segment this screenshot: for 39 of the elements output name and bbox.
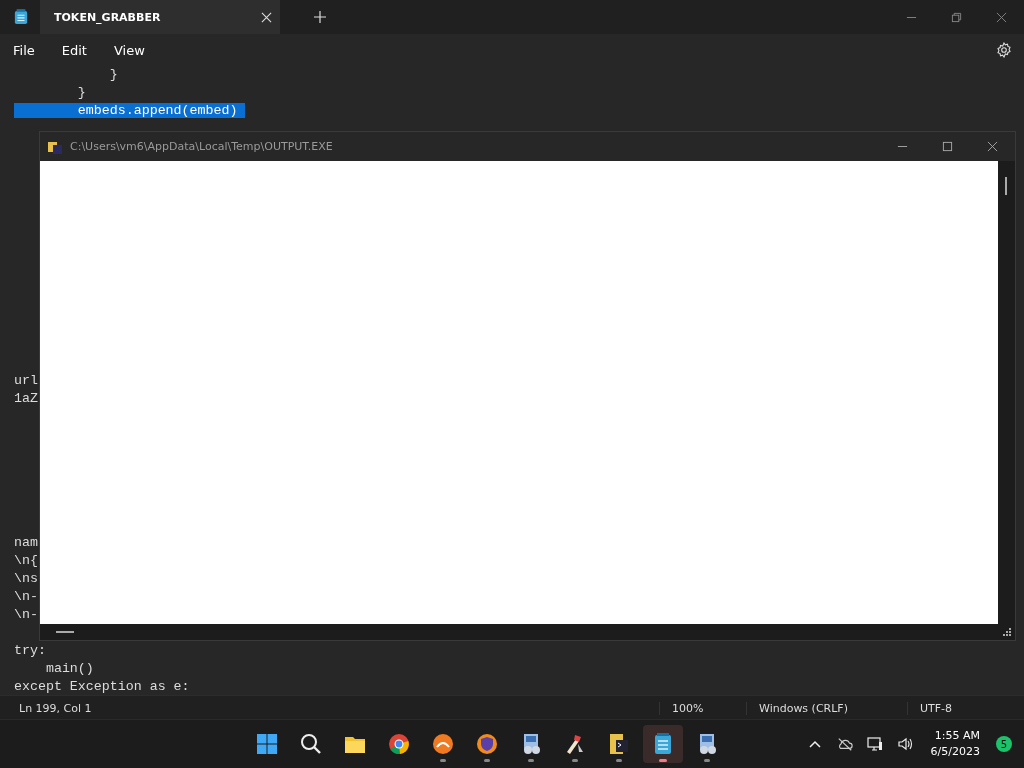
code-line: main() <box>44 661 94 676</box>
shield-icon <box>475 732 500 756</box>
code-line: \ns <box>14 571 38 586</box>
code-line: try: <box>14 643 46 658</box>
console-icon <box>48 139 62 154</box>
code-line: \n- <box>14 607 38 622</box>
code-line: \n{ <box>14 553 38 568</box>
code-line: 1aZ <box>14 391 38 406</box>
cursor-position: Ln 199, Col 1 <box>19 701 92 715</box>
resize-grip-icon[interactable] <box>1003 628 1011 636</box>
maximize-icon[interactable] <box>942 141 953 152</box>
code-line: nam <box>14 535 38 550</box>
close-icon[interactable] <box>987 141 998 152</box>
taskbar-button[interactable] <box>643 725 684 763</box>
notepad-icon <box>14 9 28 25</box>
arc-logo-icon <box>431 732 456 756</box>
grid-icon <box>255 732 280 756</box>
cursor-icon <box>56 630 74 634</box>
network-icon[interactable] <box>864 734 885 754</box>
code-line: } <box>76 85 86 100</box>
code-line: \n- <box>14 589 38 604</box>
window-title: C:\Users\vm6\AppData\Local\Temp\OUTPUT.EXE <box>70 140 333 153</box>
code-line: except Exception as e: <box>14 679 190 694</box>
menu-item[interactable]: Edit <box>54 38 94 62</box>
settings-icon[interactable] <box>996 42 1012 58</box>
clock[interactable]: 1:55 AM 6/5/2023 <box>930 728 980 760</box>
notification-badge[interactable]: 5 <box>996 736 1012 752</box>
restore-icon[interactable] <box>951 11 962 23</box>
code-line: url <box>14 373 38 388</box>
round-logo-icon <box>387 732 412 756</box>
code-line: } <box>108 67 118 82</box>
plus-icon[interactable] <box>314 11 326 23</box>
menu-item[interactable]: File <box>6 38 42 62</box>
close-icon[interactable] <box>996 11 1007 23</box>
zoom-level: 100% <box>659 701 746 715</box>
menu-item[interactable]: View <box>106 38 152 62</box>
file-tab[interactable]: TOKEN_GRABBER <box>40 0 280 34</box>
line-ending: Windows (CRLF) <box>746 701 907 715</box>
encoding: UTF-8 <box>907 701 1024 715</box>
